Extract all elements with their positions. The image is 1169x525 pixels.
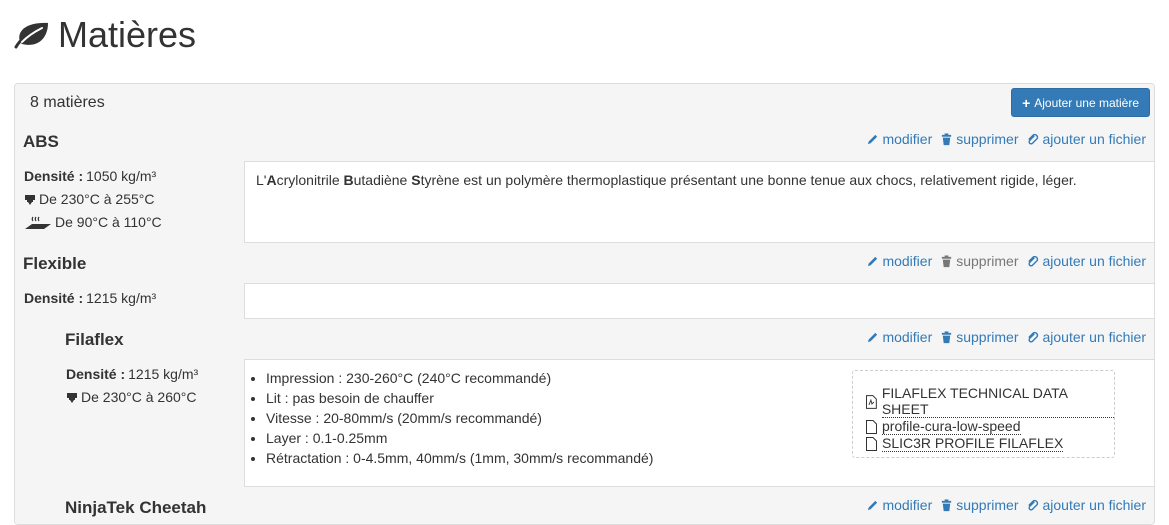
density-value: 1215 kg/m³ <box>86 290 157 306</box>
add-file-label: ajouter un fichier <box>1042 329 1146 345</box>
panel-heading: 8 matières + Ajouter une matière <box>15 84 1154 122</box>
spec-item: Impression : 230-260°C (240°C recommandé… <box>266 368 653 388</box>
density: Densité : 1215 kg/m³ <box>24 287 156 310</box>
add-file-link[interactable]: ajouter un fichier <box>1026 131 1146 147</box>
extruder-icon <box>25 194 35 205</box>
material-body-filaflex: Densité : 1215 kg/m³ De 230°C à 260°C Im… <box>15 359 1154 487</box>
add-file-label: ajouter un fichier <box>1042 131 1146 147</box>
page-title: Matières <box>58 14 197 55</box>
material-row-flexible: Flexible modifier supprimer ajouter un f… <box>15 243 1154 283</box>
pencil-icon <box>868 256 878 266</box>
material-description: Impression : 230-260°C (240°C recommandé… <box>244 359 1154 487</box>
material-name: Filaflex <box>65 330 124 349</box>
edit-link[interactable]: modifier <box>866 329 932 345</box>
edit-label: modifier <box>882 131 933 147</box>
description-text: L'Acrylonitrile Butadiène Styrène est un… <box>256 172 1077 188</box>
density: Densité : 1215 kg/m³ <box>66 363 198 386</box>
material-actions: modifier supprimer ajouter un fichier <box>866 329 1146 345</box>
material-name: ABS <box>23 132 59 151</box>
print-temperature: De 230°C à 260°C <box>66 386 198 409</box>
spec-item: Rétractation : 0-4.5mm, 40mm/s (1mm, 30m… <box>266 448 653 468</box>
material-body-abs: Densité : 1050 kg/m³ De 230°C à 255°C De… <box>15 161 1154 243</box>
file-icon <box>866 419 877 434</box>
add-file-link[interactable]: ajouter un fichier <box>1026 329 1146 345</box>
file-label: FILAFLEX TECHNICAL DATA SHEET <box>881 385 1114 418</box>
file-link[interactable]: profile-cura-low-speed <box>866 418 1114 435</box>
delete-link[interactable]: supprimer <box>940 131 1018 147</box>
file-label: SLIC3R PROFILE FILAFLEX <box>882 435 1064 452</box>
edit-label: modifier <box>882 253 933 269</box>
material-actions: modifier supprimer ajouter un fichier <box>866 253 1146 269</box>
density-label: Densité : <box>66 366 126 382</box>
material-actions: modifier supprimer ajouter un fichier <box>866 131 1146 147</box>
delete-label: supprimer <box>956 131 1019 147</box>
material-body-flexible: Densité : 1215 kg/m³ <box>15 283 1154 319</box>
pencil-icon <box>868 134 878 144</box>
material-properties: Densité : 1050 kg/m³ De 230°C à 255°C De… <box>24 165 162 234</box>
paperclip-icon <box>1028 331 1039 342</box>
density-value: 1215 kg/m³ <box>128 366 199 382</box>
trash-icon <box>942 132 952 145</box>
attached-files: FILAFLEX TECHNICAL DATA SHEET profile-cu… <box>852 370 1115 458</box>
spec-list: Impression : 230-260°C (240°C recommandé… <box>253 368 653 468</box>
material-row-filaflex: Filaflex modifier supprimer ajouter un f… <box>15 319 1154 359</box>
pdf-file-icon <box>866 394 877 409</box>
bed-temp-value: De 90°C à 110°C <box>55 214 162 230</box>
file-label: profile-cura-low-speed <box>882 418 1021 435</box>
materials-count: 8 matières <box>30 94 105 111</box>
paperclip-icon <box>1028 499 1039 510</box>
page-header: Matières <box>12 10 196 60</box>
paperclip-icon <box>1028 255 1039 266</box>
delete-link[interactable]: supprimer <box>940 329 1018 345</box>
material-row-abs: ABS modifier supprimer ajouter un fichie… <box>15 121 1154 161</box>
delete-link-disabled: supprimer <box>940 253 1018 269</box>
material-row-ninjatek-cheetah: NinjaTek Cheetah modifier supprimer ajou… <box>15 487 1154 524</box>
file-link[interactable]: SLIC3R PROFILE FILAFLEX <box>866 435 1114 452</box>
trash-icon <box>942 254 952 267</box>
extruder-icon <box>67 392 77 403</box>
add-file-link[interactable]: ajouter un fichier <box>1026 253 1146 269</box>
edit-link[interactable]: modifier <box>866 131 932 147</box>
pencil-icon <box>868 500 878 510</box>
material-properties: Densité : 1215 kg/m³ <box>24 287 156 310</box>
add-material-button[interactable]: + Ajouter une matière <box>1011 88 1150 117</box>
add-material-label: Ajouter une matière <box>1034 95 1139 110</box>
paperclip-icon <box>1028 133 1039 144</box>
edit-link[interactable]: modifier <box>866 253 932 269</box>
density-value: 1050 kg/m³ <box>86 168 157 184</box>
leaf-icon <box>14 22 48 49</box>
file-icon <box>866 436 877 451</box>
edit-label: modifier <box>882 329 933 345</box>
spec-item: Vitesse : 20-80mm/s (20mm/s recommandé) <box>266 408 653 428</box>
trash-icon <box>942 498 952 511</box>
spec-item: Lit : pas besoin de chauffer <box>266 388 653 408</box>
trash-icon <box>942 330 952 343</box>
materials-panel: 8 matières + Ajouter une matière ABS mod… <box>14 83 1155 525</box>
density-label: Densité : <box>24 168 84 184</box>
heated-bed-icon <box>25 216 51 229</box>
material-properties: Densité : 1215 kg/m³ De 230°C à 260°C <box>66 363 198 409</box>
print-temperature: De 230°C à 255°C <box>24 188 162 211</box>
print-temp-value: De 230°C à 255°C <box>39 191 155 207</box>
density: Densité : 1050 kg/m³ <box>24 165 162 188</box>
spec-item: Layer : 0.1-0.25mm <box>266 428 653 448</box>
density-label: Densité : <box>24 290 84 306</box>
pencil-icon <box>868 332 878 342</box>
material-name: Flexible <box>23 254 87 273</box>
material-description: L'Acrylonitrile Butadiène Styrène est un… <box>244 161 1154 243</box>
file-link[interactable]: FILAFLEX TECHNICAL DATA SHEET <box>866 385 1114 418</box>
add-file-label: ajouter un fichier <box>1042 253 1146 269</box>
plus-icon: + <box>1022 94 1031 111</box>
bed-temperature: De 90°C à 110°C <box>24 211 162 234</box>
material-description <box>244 283 1154 319</box>
delete-label: supprimer <box>956 329 1019 345</box>
print-temp-value: De 230°C à 260°C <box>81 389 197 405</box>
material-name: NinjaTek Cheetah <box>65 498 207 517</box>
delete-label: supprimer <box>956 253 1019 269</box>
